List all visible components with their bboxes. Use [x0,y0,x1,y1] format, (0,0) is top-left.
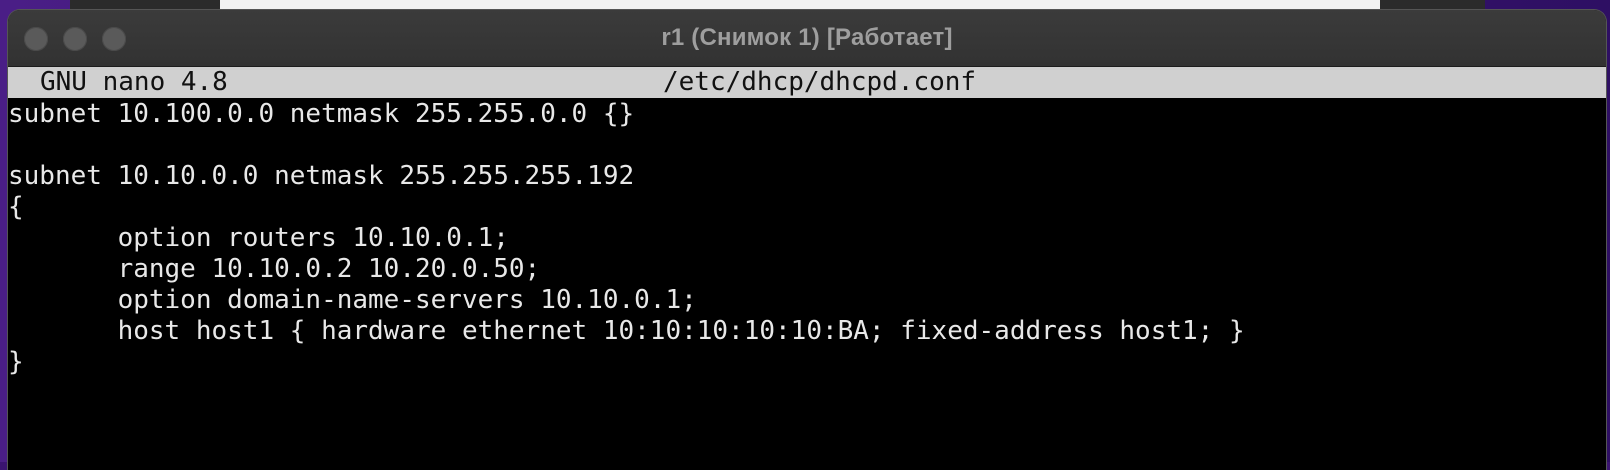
editor-line[interactable]: } [8,347,1606,378]
editor-line[interactable] [8,409,1606,440]
nano-filename-label: /etc/dhcp/dhcpd.conf [663,67,977,97]
editor-line[interactable]: host host1 { hardware ethernet 10:10:10:… [8,316,1606,347]
nano-version-label: GNU nano 4.8 [40,67,228,97]
editor-line[interactable] [8,130,1606,161]
terminal-screen[interactable]: GNU nano 4.8 /etc/dhcp/dhcpd.conf subnet… [8,67,1606,470]
background-window-content [220,0,1380,10]
editor-line[interactable] [8,378,1606,409]
editor-text-area[interactable]: subnet 10.100.0.0 netmask 255.255.0.0 {}… [8,98,1606,440]
editor-line[interactable]: { [8,192,1606,223]
editor-line[interactable]: subnet 10.100.0.0 netmask 255.255.0.0 {} [8,99,1606,130]
editor-line[interactable]: option domain-name-servers 10.10.0.1; [8,285,1606,316]
window-titlebar[interactable]: r1 (Снимок 1) [Работает] [8,10,1606,67]
editor-line[interactable]: option routers 10.10.0.1; [8,223,1606,254]
window-title: r1 (Снимок 1) [Работает] [661,24,953,51]
editor-line[interactable]: range 10.10.0.2 10.20.0.50; [8,254,1606,285]
nano-header-bar: GNU nano 4.8 /etc/dhcp/dhcpd.conf [8,67,1606,98]
editor-line[interactable]: subnet 10.10.0.0 netmask 255.255.255.192 [8,161,1606,192]
vm-window[interactable]: r1 (Снимок 1) [Работает] GNU nano 4.8 /e… [8,10,1606,470]
